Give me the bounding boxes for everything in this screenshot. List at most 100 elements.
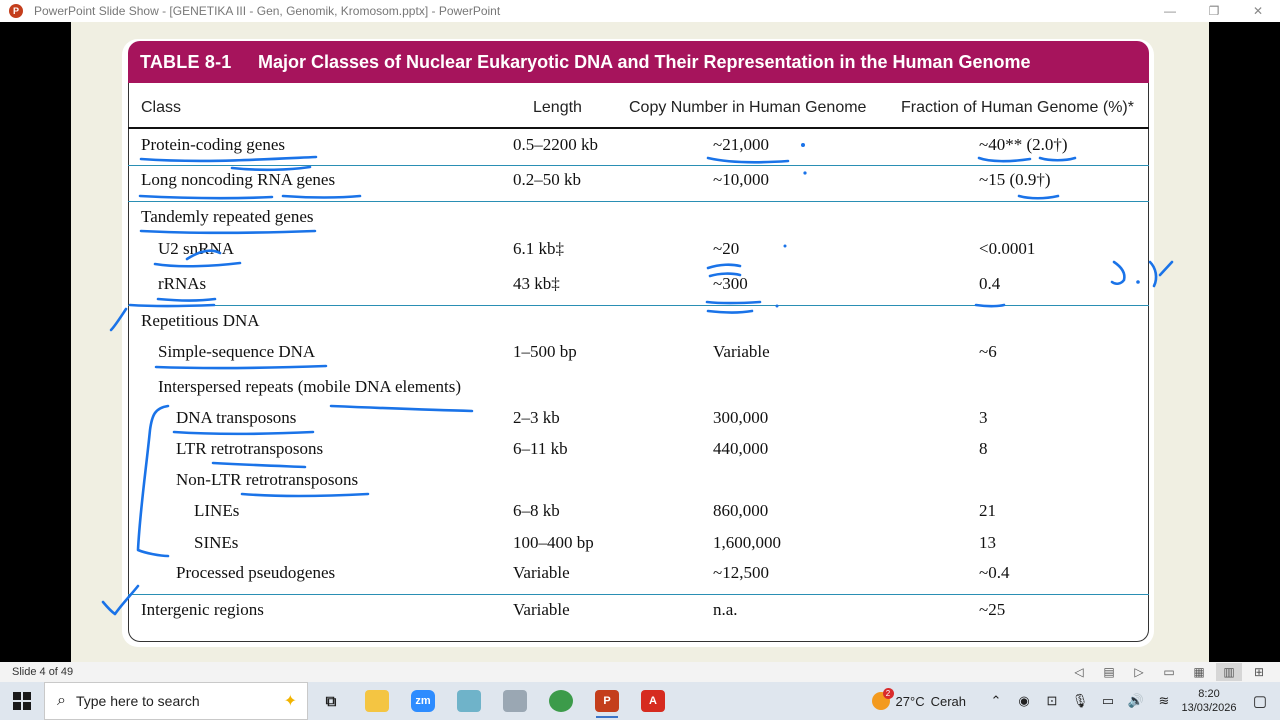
table-cell-cls: Non-LTR retrotransposons [176,470,359,489]
table-cell-cls: rRNAs [158,274,207,293]
table-cell-cls: Processed pseudogenes [176,563,336,582]
tool-icon [503,690,527,712]
table-cell-len: 2–3 kb [513,408,560,427]
sun-icon: 2 [871,688,894,710]
search-placeholder: Type here to search [75,693,200,709]
clock[interactable]: 8:20 13/03/2026 [1178,687,1240,715]
table-cell-cls: DNA transposons [176,408,297,427]
powerpoint-icon: P [595,690,619,712]
table-cell-cls: Tandemly repeated genes [141,207,314,226]
table-cell-len: 6.1 kb‡ [513,239,564,258]
table-number: TABLE 8-1 [140,52,232,72]
slide-counter: Slide 4 of 49 [12,666,74,678]
weather-badge: 2 [882,688,894,699]
table-frame: TABLE 8-1 Major Classes of Nuclear Eukar… [122,39,1154,647]
file-explorer-button[interactable] [354,682,400,720]
column-header-class: Class [141,99,182,116]
table-cell-copy: n.a. [713,600,738,619]
app-button[interactable] [492,682,538,720]
table-cell-len: 43 kb‡ [513,274,560,293]
sparkle-icon: ✦ [283,693,297,710]
table-cell-len: 100–400 bp [513,533,594,552]
table-cell-cls: Protein-coding genes [141,135,285,154]
zoom-icon: zm [411,690,435,712]
task-view-icon: ⧉ [325,692,337,710]
table-cell-frac: ~6 [979,342,997,361]
table-cell-copy: ~20 [713,239,740,258]
table-cell-frac: 13 [979,533,996,552]
powerpoint-taskbar-button[interactable]: P [584,682,630,720]
table-cell-frac: ~40** (2.0†) [979,135,1068,154]
row-rule [128,201,1149,202]
reading-view-icon[interactable]: ▥ [1216,663,1242,681]
table-cell-cls: LTR retrotransposons [176,439,324,458]
acrobat-button[interactable]: A [630,682,676,720]
taskbar-search-box[interactable]: ⌕ Type here to search ✦ [44,682,308,720]
zoom-button[interactable]: zm [400,682,446,720]
column-header-length: Length [533,99,582,116]
chrome-button[interactable] [538,682,584,720]
volume-icon[interactable]: 🔊 [1125,682,1147,720]
table-cell-cls: Simple-sequence DNA [158,342,316,361]
slide[interactable]: TABLE 8-1 Major Classes of Nuclear Eukar… [71,22,1209,662]
next-slide-icon[interactable]: ▷ [1126,663,1152,681]
table-cell-len: 0.2–50 kb [513,170,581,189]
table-cell-len: 6–11 kb [513,439,568,458]
table-cell-frac: ~0.4 [979,563,1010,582]
table-cell-cls: Interspersed repeats (mobile DNA element… [158,377,462,396]
table-caption: Major Classes of Nuclear Eukaryotic DNA … [258,52,1031,72]
task-view-button[interactable]: ⧉ [308,682,354,720]
slide-show-icon[interactable]: ⊞ [1246,663,1272,681]
status-bar: Slide 4 of 49 ◁ ▤ ▷ ▭ ▦ ▥ ⊞ [0,662,1280,682]
table-cell-len: Variable [513,600,570,619]
chevron-up-icon[interactable]: ⌃ [985,682,1007,720]
microphone-icon[interactable]: 🎙 [1069,682,1091,720]
table-cell-frac: 3 [979,408,988,427]
row-rule [128,594,1149,595]
slide-menu-icon[interactable]: ▤ [1096,663,1122,681]
camera-icon[interactable]: ⊡ [1041,682,1063,720]
system-tray: 2 27°C Cerah ⌃ ◉ ⊡ 🎙 ▭ 🔊 ≋ 8:20 13/03/20… [871,682,1280,720]
powerpoint-icon: P [9,4,23,18]
close-button[interactable]: ✕ [1236,0,1280,22]
table-cell-copy: ~12,500 [713,563,769,582]
slide-sorter-icon[interactable]: ▦ [1186,663,1212,681]
restore-button[interactable]: ❐ [1192,0,1236,22]
folder-icon [365,690,389,712]
table-cell-cls: Long noncoding RNA genes [141,170,336,189]
table-cell-cls: SINEs [194,533,239,552]
weather-text: Cerah [930,693,966,709]
record-icon[interactable]: ◉ [1013,682,1035,720]
table-header-band: TABLE 8-1 Major Classes of Nuclear Eukar… [128,41,1149,83]
table-cell-frac: ~25 [979,600,1006,619]
app-button[interactable] [446,682,492,720]
weather-temp: 27°C [895,693,925,709]
table-cell-frac: 0.4 [979,274,1001,293]
clock-date: 13/03/2026 [1181,702,1237,714]
table-cell-cls: U2 snRNA [158,239,235,258]
table-cell-frac: ~15 (0.9†) [979,170,1051,189]
notifications-icon[interactable]: ▢ [1240,682,1280,720]
table-cell-frac: 21 [979,501,996,520]
chrome-icon [549,690,573,712]
battery-icon[interactable]: ▭ [1097,682,1119,720]
table-cell-copy: ~21,000 [713,135,769,154]
row-rule [128,305,1149,306]
slide-show-stage[interactable]: TABLE 8-1 Major Classes of Nuclear Eukar… [0,22,1280,662]
table-cell-copy: Variable [713,342,770,361]
wifi-icon[interactable]: ≋ [1153,682,1175,720]
table-cell-copy: 300,000 [713,408,769,427]
table-cell-len: 1–500 bp [513,342,577,361]
normal-view-icon[interactable]: ▭ [1156,663,1182,681]
start-button[interactable] [0,682,44,720]
column-header-copy: Copy Number in Human Genome [629,99,867,116]
weather-widget[interactable]: 2 27°C Cerah [871,688,966,710]
table-cell-copy: ~10,000 [713,170,769,189]
table-cell-len: Variable [513,563,570,582]
previous-slide-icon[interactable]: ◁ [1066,663,1092,681]
minimize-button[interactable]: — [1148,0,1192,22]
search-icon: ⌕ [57,692,66,709]
window-title-bar: P PowerPoint Slide Show - [GENETIKA III … [0,0,1280,22]
table-cell-len: 6–8 kb [513,501,560,520]
app-icon [457,690,481,712]
